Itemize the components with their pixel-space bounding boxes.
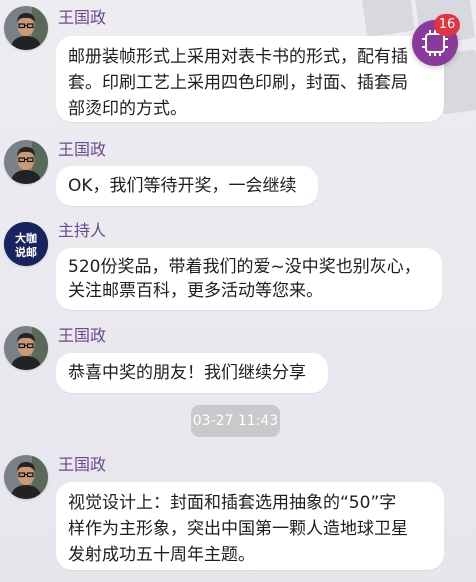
host-logo-icon: 大咖 说邮 [4, 222, 48, 266]
host-logo-text: 说邮 [15, 245, 37, 259]
avatar[interactable] [4, 140, 48, 184]
sender-name: 主持人 [58, 221, 107, 240]
notification-button[interactable]: 16 [412, 14, 460, 66]
person-avatar-icon [4, 455, 48, 499]
message-bubble[interactable]: 恭喜中奖的朋友！我们继续分享 [56, 353, 328, 393]
message-line: 样作为主形象，突出中国第一颗人造地球卫星 [68, 519, 408, 539]
message-line: 恭喜中奖的朋友！我们继续分享 [68, 363, 306, 383]
person-avatar-icon [4, 140, 48, 184]
message-bubble[interactable]: 520份奖品，带着我们的爱~没中奖也别灰心， 关注邮票百科，更多活动等您来。 [56, 248, 442, 310]
avatar[interactable] [4, 455, 48, 499]
host-logo-text: 大咖 [15, 231, 37, 245]
message-line: 套。印刷工艺上采用四色印刷，封面、插套局 [68, 73, 408, 93]
host-avatar[interactable]: 大咖 说邮 [4, 222, 48, 266]
message-line: 邮册装帧形式上采用对表卡书的形式，配有插 [68, 47, 408, 67]
timestamp: 03-27 11:43 [191, 405, 280, 437]
notification-count-badge: 16 [434, 14, 460, 36]
sender-name: 王国政 [58, 326, 107, 345]
message-line: 发射成功五十周年主题。 [68, 545, 255, 565]
avatar[interactable] [4, 326, 48, 370]
person-avatar-icon [4, 326, 48, 370]
sender-name: 王国政 [58, 455, 107, 474]
message-line: 520份奖品，带着我们的爱~没中奖也别灰心， [68, 257, 421, 277]
person-avatar-icon [4, 6, 48, 50]
message-line: 关注邮票百科，更多活动等您来。 [68, 281, 323, 301]
sender-name: 王国政 [58, 8, 107, 27]
message-line: 部烫印的方式。 [68, 99, 187, 119]
message-bubble[interactable]: OK，我们等待开奖，一会继续 [56, 166, 318, 206]
message-bubble[interactable]: 视觉设计上：封面和插套选用抽象的“50”字 样作为主形象，突出中国第一颗人造地球… [56, 482, 444, 570]
sender-name: 王国政 [58, 140, 107, 159]
message-line: 视觉设计上：封面和插套选用抽象的“50”字 [68, 493, 397, 513]
message-bubble[interactable]: 邮册装帧形式上采用对表卡书的形式，配有插 套。印刷工艺上采用四色印刷，封面、插套… [56, 36, 444, 122]
avatar[interactable] [4, 6, 48, 50]
message-line: OK，我们等待开奖，一会继续 [68, 176, 297, 196]
